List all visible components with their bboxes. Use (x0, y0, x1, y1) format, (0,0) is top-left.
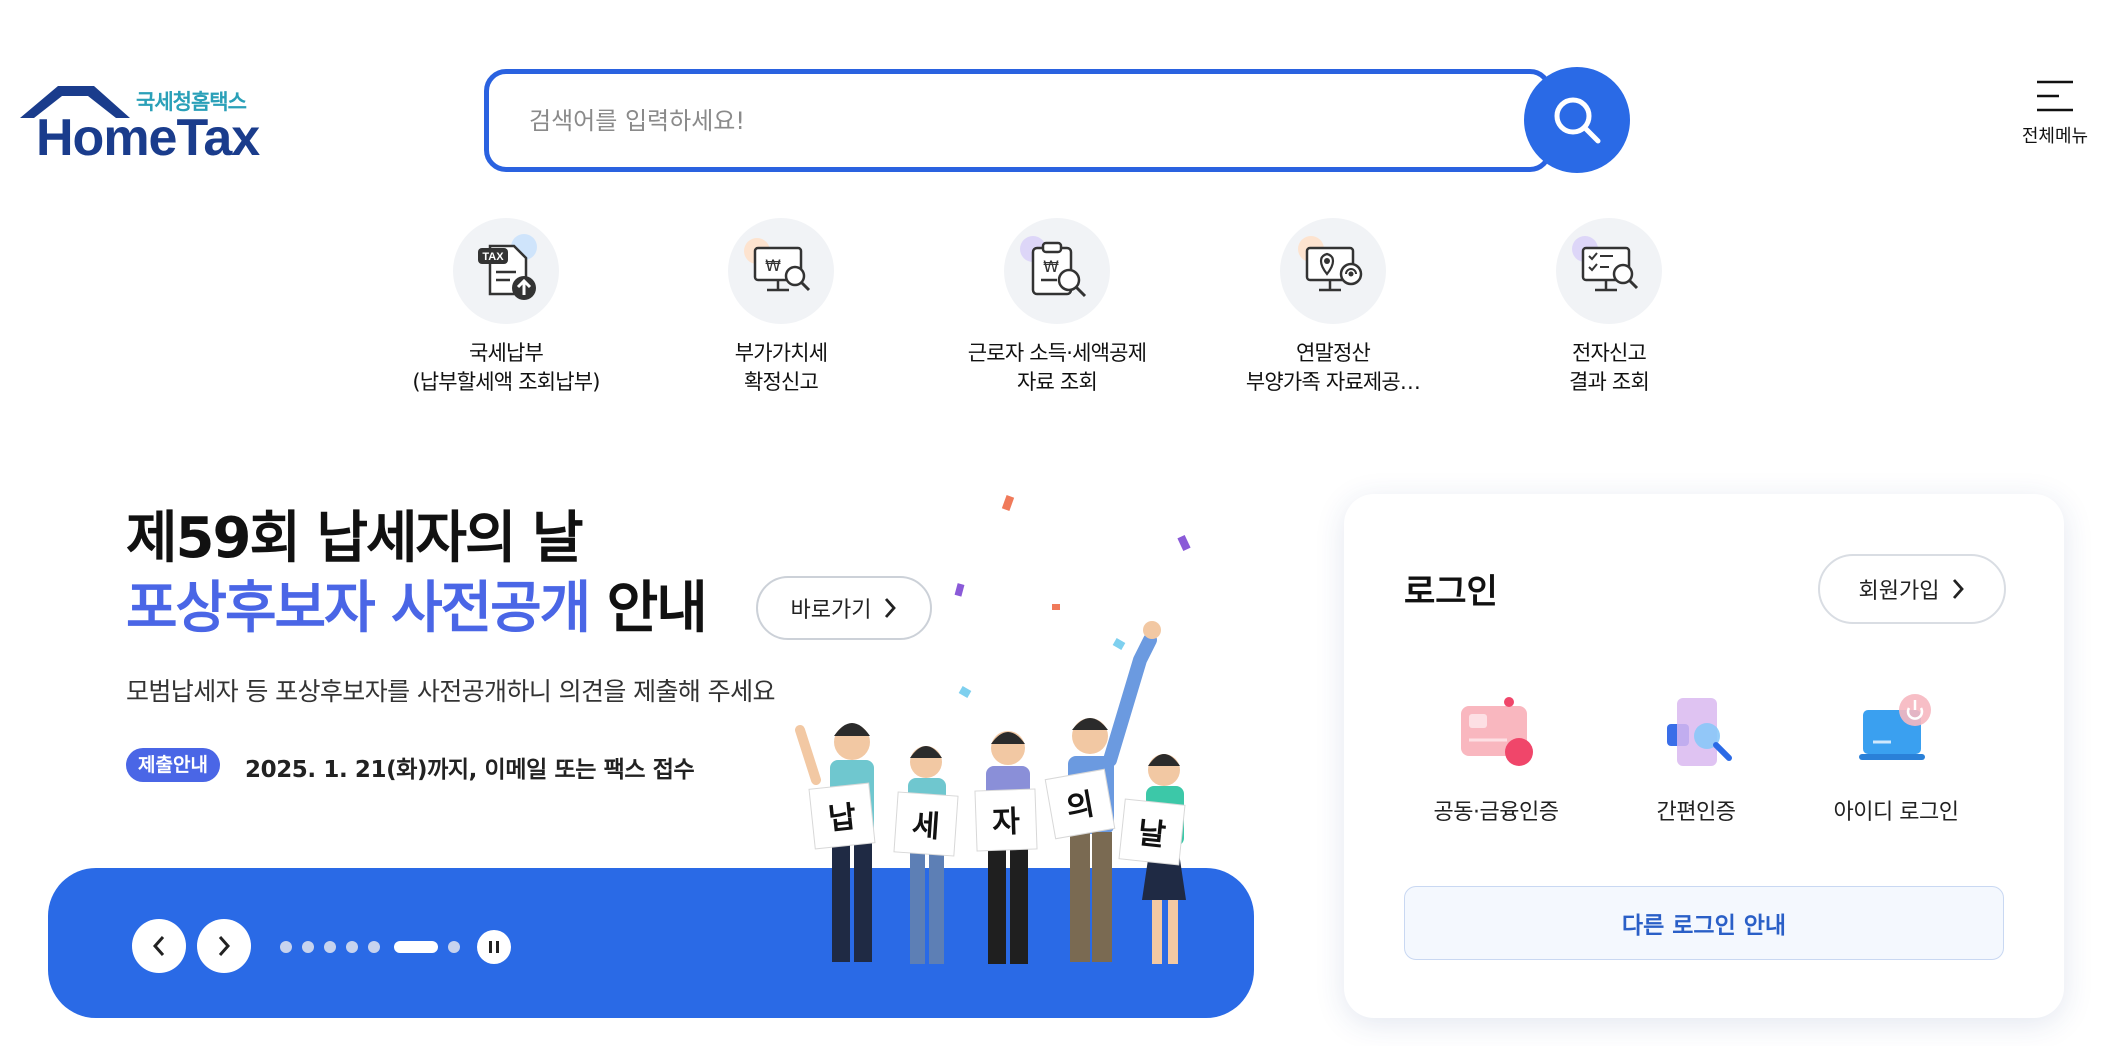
quick-menu-e-filing-result[interactable]: 전자신고 결과 조회 (1499, 218, 1719, 397)
quick-icon-circle (1280, 218, 1386, 324)
login-card: 로그인 회원가입 공동·금융인증 간편인증 아이디 로그인 다른 로그인 안내 (1344, 494, 2064, 1018)
other-login-guide-button[interactable]: 다른 로그인 안내 (1404, 886, 2004, 960)
search-button[interactable] (1524, 67, 1630, 173)
quick-label-2: 부양가족 자료제공… (1245, 370, 1421, 394)
pager-dot[interactable] (448, 941, 460, 953)
hometax-logo[interactable]: 국세청홈택스 HomeTax (18, 82, 268, 167)
search-icon (1554, 97, 1601, 144)
quick-label-2: (납부할세액 조회납부) (412, 370, 600, 394)
join-label: 회원가입 (1858, 579, 1940, 604)
pager-dot[interactable] (368, 941, 380, 953)
monitor-location-icon (1305, 246, 1363, 292)
sign-4: 의 (1044, 768, 1116, 840)
taxpayers-day-illustration: 납 세 자 의 날 (795, 495, 1191, 964)
login-title: 로그인 (1404, 572, 1498, 612)
banner-title-line2: 포상후보자 사전공개 안내 (126, 574, 708, 644)
id-login-option[interactable]: 아이디 로그인 (1796, 688, 1996, 826)
certificate-card-icon (1461, 697, 1533, 766)
submission-badge: 제출안내 (126, 748, 220, 782)
search-box (484, 69, 1552, 172)
quick-icon-circle: ₩ (728, 218, 834, 324)
pager-dot[interactable] (324, 941, 336, 953)
quick-menu-tax-payment[interactable]: TAX 국세납부 (납부할세액 조회납부) (396, 218, 616, 397)
all-menu-label: 전체메뉴 (2021, 126, 2089, 147)
sign-1: 납 (808, 782, 876, 850)
quick-label-2: 확정신고 (743, 370, 819, 394)
sign-5: 날 (1118, 798, 1186, 866)
pager-dot-active[interactable] (394, 941, 438, 953)
id-login-label: 아이디 로그인 (1833, 800, 1959, 825)
chevron-right-icon (218, 936, 231, 956)
checklist-monitor-icon (1581, 246, 1639, 292)
banner-title-line1: 제59회 납세자의 날 (126, 506, 584, 571)
pager-dot[interactable] (280, 941, 292, 953)
svg-text:₩: ₩ (765, 256, 781, 275)
quick-label-2: 자료 조회 (1017, 370, 1098, 394)
quick-icon-circle: TAX (453, 218, 559, 324)
banner-description: 모범납세자 등 포상후보자를 사전공개하니 의견을 제출해 주세요 (126, 677, 775, 706)
quick-label-1: 전자신고 (1571, 341, 1647, 365)
certificate-login-label: 공동·금융인증 (1433, 800, 1559, 825)
chevron-left-icon (152, 936, 165, 956)
vat-monitor-icon: ₩ (753, 246, 811, 292)
banner-prev-button[interactable] (132, 919, 186, 973)
search-input[interactable] (529, 100, 1489, 142)
quick-menu-income-deduction[interactable]: ₩ 근로자 소득·세액공제 자료 조회 (947, 218, 1167, 397)
simple-auth-label: 간편인증 (1656, 800, 1736, 825)
simple-auth-option[interactable]: 간편인증 (1596, 688, 1796, 826)
svg-text:날: 날 (1136, 816, 1168, 854)
logo-title: HomeTax (36, 109, 260, 167)
id-login-icon (1859, 694, 1931, 760)
pause-icon (489, 941, 499, 953)
quick-label-1: 근로자 소득·세액공제 (967, 341, 1147, 365)
quick-label-1: 부가가치세 (734, 341, 828, 365)
other-login-guide-label: 다른 로그인 안내 (1621, 913, 1787, 939)
all-menu-button[interactable]: 전체메뉴 (2010, 78, 2100, 162)
pager-dot[interactable] (346, 941, 358, 953)
quick-label-1: 연말정산 (1295, 341, 1371, 365)
svg-text:세: 세 (911, 808, 941, 845)
banner-title-rest: 안내 (589, 576, 708, 641)
quick-label-1: 국세납부 (468, 341, 544, 365)
banner-next-button[interactable] (197, 919, 251, 973)
join-button[interactable]: 회원가입 (1818, 554, 2006, 624)
sign-3: 자 (974, 788, 1038, 852)
quick-icon-circle: ₩ (1004, 218, 1110, 324)
banner-pause-button[interactable] (477, 930, 511, 964)
quick-icon-circle (1556, 218, 1662, 324)
banner-date-text: 2025. 1. 21(화)까지, 이메일 또는 팩스 접수 (245, 757, 695, 783)
svg-text:TAX: TAX (482, 251, 504, 263)
banner-title-highlight: 포상후보자 사전공개 (126, 576, 591, 641)
certificate-login-option[interactable]: 공동·금융인증 (1396, 688, 1596, 826)
quick-label-2: 결과 조회 (1569, 370, 1650, 394)
quick-menu-vat[interactable]: ₩ 부가가치세 확정신고 (671, 218, 891, 397)
svg-text:납: 납 (827, 800, 859, 838)
hamburger-icon (2037, 80, 2073, 112)
sign-2: 세 (893, 791, 959, 857)
svg-text:₩: ₩ (1043, 257, 1059, 276)
clipboard-search-icon: ₩ (1031, 241, 1087, 298)
simple-auth-icon (1667, 698, 1732, 766)
pager-dot[interactable] (302, 941, 314, 953)
quick-menu-year-end[interactable]: 연말정산 부양가족 자료제공… (1223, 218, 1443, 397)
chevron-right-icon (1953, 579, 1965, 599)
tax-payment-icon: TAX (478, 244, 536, 300)
svg-text:자: 자 (992, 805, 1021, 841)
